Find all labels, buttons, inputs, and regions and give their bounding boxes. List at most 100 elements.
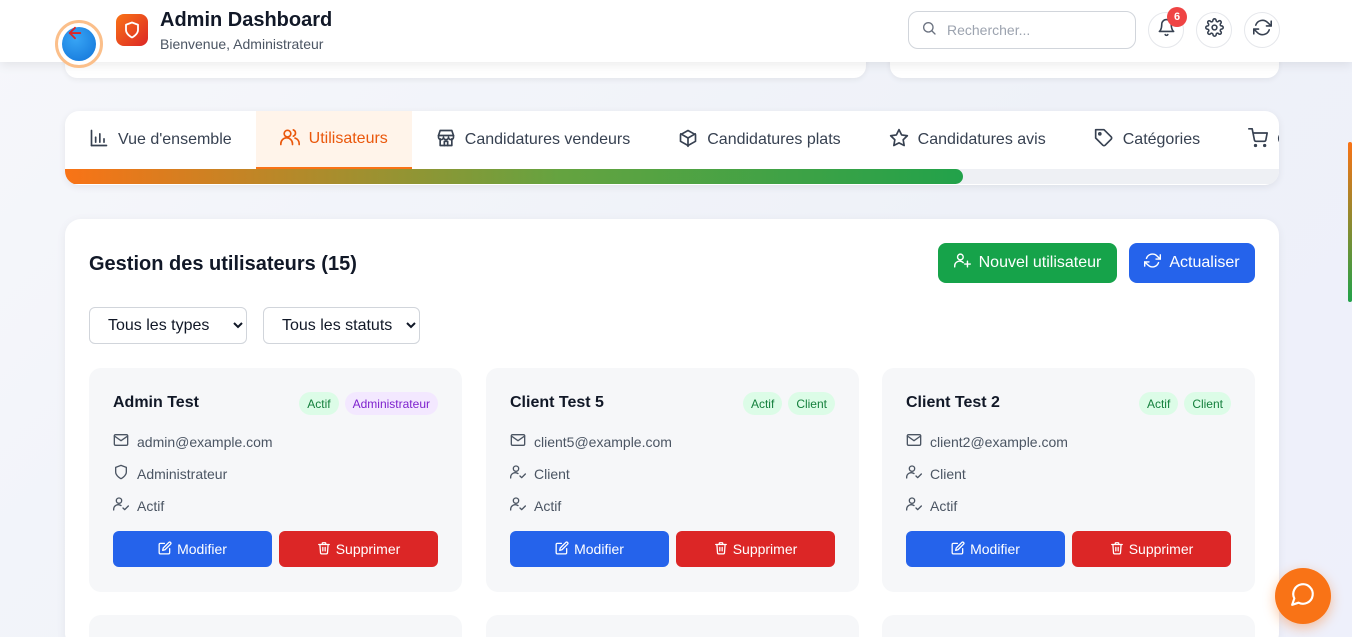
user-plus-icon — [953, 252, 971, 274]
store-icon — [436, 128, 456, 153]
user-status: Actif — [534, 497, 562, 514]
settings-button[interactable] — [1196, 12, 1232, 48]
user-status: Actif — [137, 497, 165, 514]
type-filter-select[interactable]: Tous les types — [89, 307, 247, 344]
delete-button[interactable]: Supprimer — [279, 531, 438, 567]
user-card: Client Test 5 Actif Client client5@examp… — [486, 368, 859, 592]
tab-progress-fill — [65, 169, 964, 184]
trash-icon — [714, 541, 728, 558]
tab-overview[interactable]: Vue d'ensemble — [65, 111, 256, 169]
mail-icon — [906, 432, 922, 451]
search-icon — [921, 20, 937, 41]
new-user-button[interactable]: Nouvel utilisateur — [938, 243, 1117, 283]
tab-review-applications[interactable]: Candidatures avis — [865, 111, 1070, 169]
refresh-icon — [1144, 252, 1162, 274]
tag-icon — [1094, 128, 1114, 153]
star-icon — [889, 128, 909, 153]
user-role: Client — [930, 465, 966, 482]
delete-button[interactable]: Supprimer — [676, 531, 835, 567]
tab-categories[interactable]: Catégories — [1070, 111, 1224, 169]
role-badge: Client — [1184, 392, 1231, 415]
back-button[interactable] — [55, 20, 103, 68]
user-role: Administrateur — [137, 465, 228, 482]
button-label: Modifier — [574, 541, 624, 557]
trash-icon — [317, 541, 331, 558]
edit-icon — [158, 540, 172, 558]
notification-count-badge: 6 — [1167, 7, 1187, 27]
user-check-icon — [510, 496, 526, 515]
user-name: Client Test 2 — [906, 394, 1000, 411]
user-name: Client Test 5 — [510, 394, 604, 411]
status-badge: Actif — [299, 392, 339, 415]
box-icon — [678, 128, 698, 153]
welcome-subtitle: Bienvenue, Administrateur — [160, 36, 324, 52]
mail-icon — [510, 432, 526, 451]
tab-orders[interactable]: C — [1224, 111, 1279, 169]
status-badge: Actif — [1138, 392, 1179, 415]
role-badge: Client — [788, 392, 835, 415]
refresh-icon — [1252, 18, 1272, 42]
button-label: Supprimer — [732, 541, 798, 557]
refresh-header-button[interactable] — [1244, 12, 1280, 48]
shield-icon — [113, 464, 129, 483]
edit-button[interactable]: Modifier — [510, 531, 669, 567]
page-title: Admin Dashboard — [160, 9, 333, 31]
user-check-icon — [113, 496, 129, 515]
bar-chart-icon — [89, 128, 109, 153]
button-label: Modifier — [177, 541, 227, 557]
tab-label: Catégories — [1122, 131, 1201, 148]
status-filter-select[interactable]: Tous les statuts — [263, 307, 420, 344]
edit-button[interactable]: Modifier — [113, 531, 272, 567]
search-box[interactable] — [908, 11, 1136, 49]
users-panel: Gestion des utilisateurs (15) Nouvel uti… — [65, 219, 1279, 637]
user-status: Actif — [930, 497, 958, 514]
user-check-icon — [510, 464, 526, 483]
user-email: client5@example.com — [534, 433, 672, 450]
gear-icon — [1204, 18, 1224, 42]
edit-button[interactable]: Modifier — [906, 531, 1065, 567]
edit-icon — [555, 540, 569, 558]
mail-icon — [113, 432, 129, 451]
tab-dish-applications[interactable]: Candidatures plats — [654, 111, 864, 169]
tab-bar: Vue d'ensemble Utilisateurs Candidatures… — [65, 111, 1279, 169]
status-badge: Actif — [742, 392, 783, 415]
tab-label: C — [1277, 131, 1279, 149]
arrow-left-icon — [66, 24, 84, 47]
section-title: Gestion des utilisateurs (15) — [89, 253, 357, 275]
user-check-icon — [906, 496, 922, 515]
notifications-button[interactable]: 6 — [1148, 7, 1187, 48]
role-row: Administrateur — [113, 464, 227, 483]
search-input[interactable] — [947, 22, 1117, 38]
button-label: Modifier — [970, 541, 1020, 557]
shield-logo-icon — [116, 14, 148, 46]
email-row: admin@example.com — [113, 432, 273, 451]
button-label: Supprimer — [1128, 541, 1194, 557]
role-row: Client — [510, 464, 570, 483]
button-label: Supprimer — [335, 541, 401, 557]
status-row: Actif — [906, 496, 957, 515]
user-card: Admin Test Actif Administrateur admin@ex… — [89, 368, 462, 592]
role-row: Client — [906, 464, 966, 483]
chat-button[interactable] — [1275, 568, 1331, 624]
button-label: Actualiser — [1169, 254, 1240, 271]
role-badge: Administrateur — [344, 392, 438, 415]
user-name: Admin Test — [113, 394, 199, 411]
tab-label: Utilisateurs — [308, 130, 388, 147]
tab-vendor-applications[interactable]: Candidatures vendeurs — [412, 111, 654, 169]
delete-button[interactable]: Supprimer — [1072, 531, 1231, 567]
tab-label: Candidatures avis — [917, 131, 1046, 148]
edit-icon — [951, 540, 965, 558]
chat-bubble-icon — [1290, 581, 1316, 612]
status-row: Actif — [113, 496, 164, 515]
cart-icon — [1248, 127, 1269, 153]
user-card-partial — [486, 615, 859, 637]
email-row: client5@example.com — [510, 432, 672, 451]
tab-label: Vue d'ensemble — [118, 131, 232, 148]
tab-users[interactable]: Utilisateurs — [255, 111, 412, 169]
app-header: Admin Dashboard Bienvenue, Administrateu… — [0, 0, 1352, 62]
status-row: Actif — [510, 496, 561, 515]
user-card-partial — [882, 615, 1255, 637]
user-role: Client — [534, 465, 570, 482]
refresh-button[interactable]: Actualiser — [1129, 243, 1255, 283]
user-card-partial — [89, 615, 462, 637]
